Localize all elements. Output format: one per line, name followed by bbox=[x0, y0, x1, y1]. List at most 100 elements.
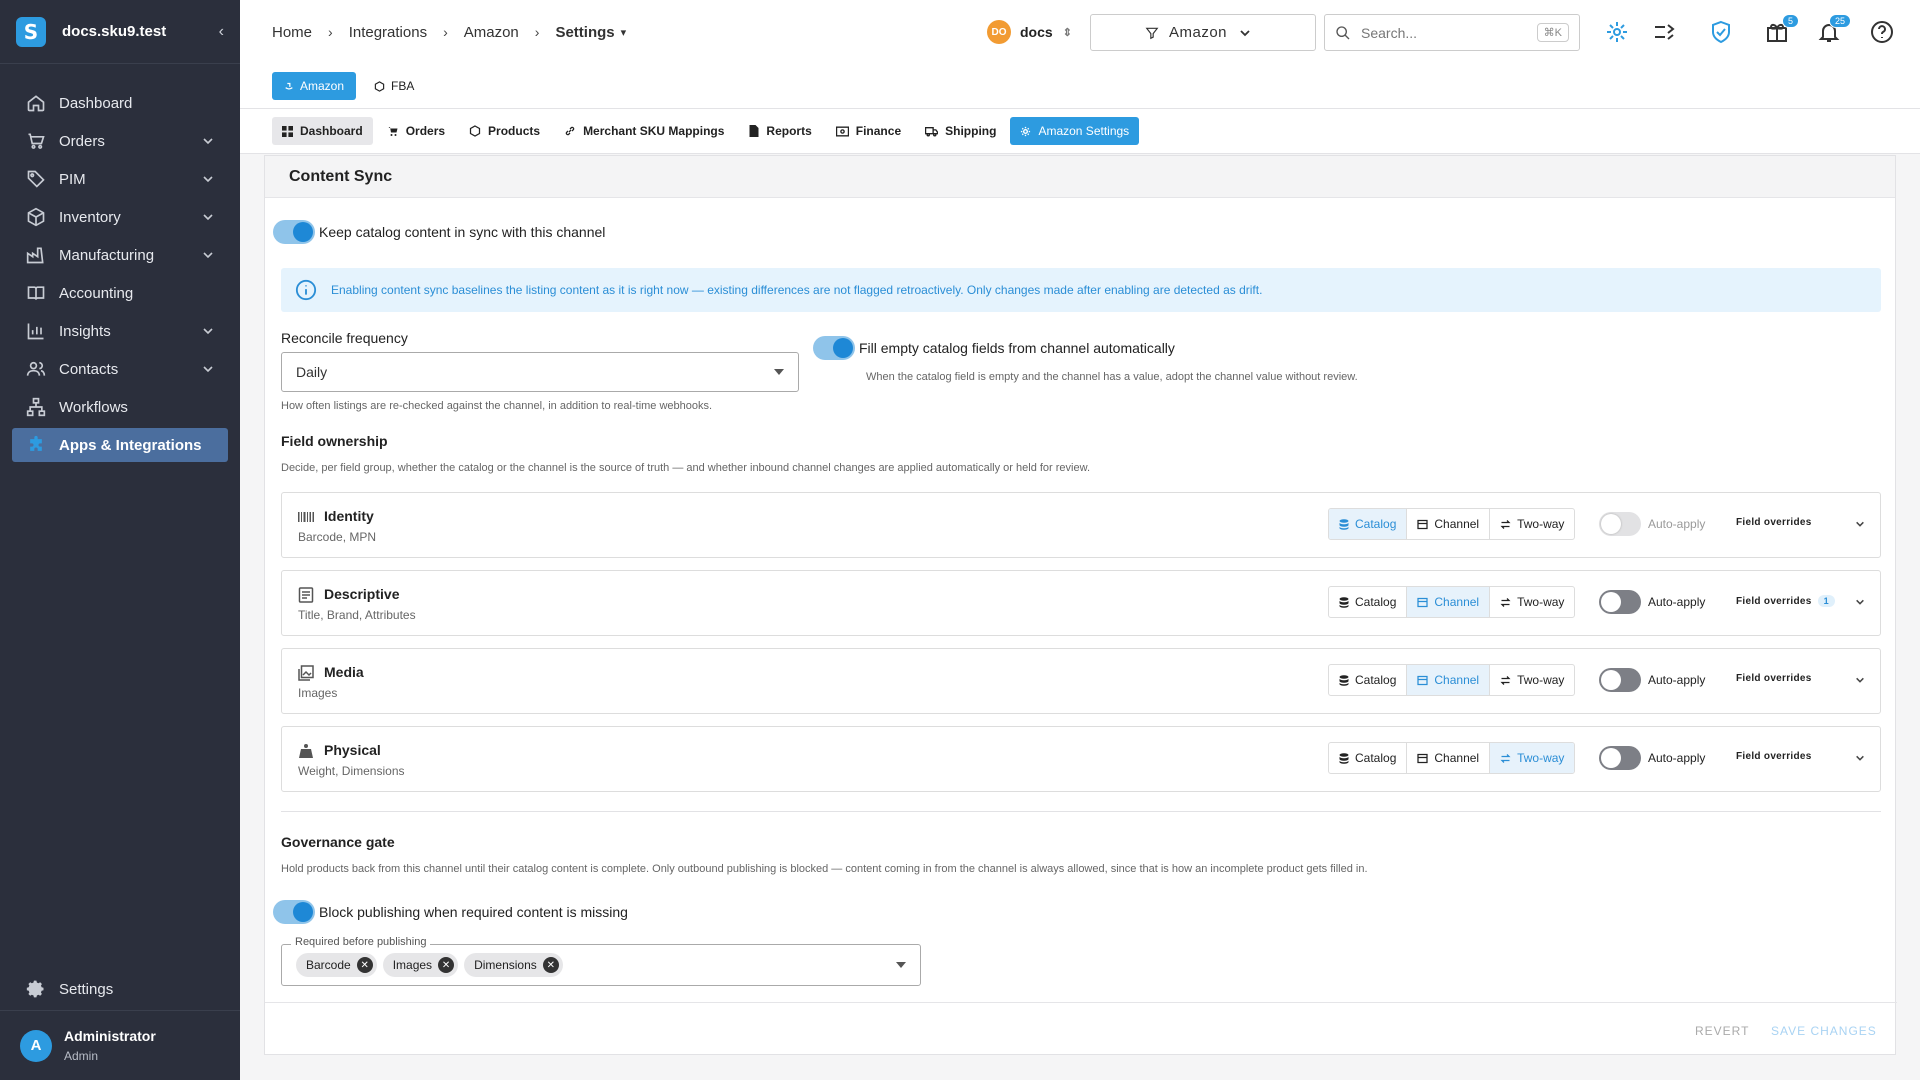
tab-merchant-sku-mappings[interactable]: Merchant SKU Mappings bbox=[554, 117, 734, 145]
sidebar-item-dashboard[interactable]: Dashboard bbox=[0, 84, 240, 122]
sidebar-item-contacts[interactable]: Contacts bbox=[0, 350, 240, 388]
segment-catalog[interactable]: Catalog bbox=[1329, 665, 1408, 695]
field-group-identity: Identity Barcode, MPN Catalog Channel Tw… bbox=[281, 492, 1881, 558]
swap-icon bbox=[1500, 519, 1511, 529]
required-label: Required before publishing bbox=[291, 936, 431, 948]
sidebar-item-manufacturing[interactable]: Manufacturing bbox=[0, 236, 240, 274]
tab-shipping[interactable]: Shipping bbox=[915, 117, 1006, 145]
sync-toggle[interactable] bbox=[273, 220, 315, 244]
help-icon[interactable] bbox=[1870, 20, 1894, 44]
sidebar-item-pim[interactable]: PIM bbox=[0, 160, 240, 198]
breadcrumb-amazon[interactable]: Amazon bbox=[464, 24, 519, 41]
field-overrides-button[interactable]: Field overrides 1 bbox=[1736, 595, 1835, 607]
app-logo[interactable]: S bbox=[16, 16, 46, 47]
sidebar-item-apps-integrations[interactable]: Apps & Integrations bbox=[12, 428, 228, 462]
save-changes-button[interactable]: SAVE CHANGES bbox=[1771, 1024, 1877, 1038]
collapse-sidebar-icon[interactable]: ‹ bbox=[219, 23, 224, 41]
sidebar-item-insights[interactable]: Insights bbox=[0, 312, 240, 350]
breadcrumb-integrations[interactable]: Integrations bbox=[349, 24, 427, 41]
field-overrides-button[interactable]: Field overrides bbox=[1736, 517, 1812, 528]
segment-channel[interactable]: Channel bbox=[1407, 665, 1491, 695]
storefront-icon bbox=[1417, 597, 1428, 607]
org-avatar: DO bbox=[987, 20, 1011, 44]
sidebar-item-workflows[interactable]: Workflows bbox=[0, 388, 240, 426]
segment-channel[interactable]: Channel bbox=[1407, 587, 1491, 617]
org-switcher[interactable]: DO docs ⇕ bbox=[987, 20, 1072, 44]
auto-apply-toggle[interactable] bbox=[1599, 746, 1641, 770]
tab-dashboard[interactable]: Dashboard bbox=[272, 117, 373, 145]
compare-icon[interactable] bbox=[1652, 20, 1676, 44]
remove-chip-icon[interactable]: ✕ bbox=[438, 957, 455, 973]
segment-two-way[interactable]: Two-way bbox=[1490, 743, 1575, 773]
channel-filter-select[interactable]: Amazon bbox=[1090, 14, 1316, 51]
storefront-icon bbox=[1417, 675, 1428, 685]
tab-finance[interactable]: Finance bbox=[826, 117, 911, 145]
remove-chip-icon[interactable]: ✕ bbox=[542, 957, 559, 973]
search-input[interactable]: Search... ⌘K bbox=[1324, 14, 1580, 51]
search-shortcut: ⌘K bbox=[1536, 23, 1569, 42]
bell-icon[interactable]: 25 bbox=[1817, 14, 1851, 44]
auto-apply-toggle[interactable] bbox=[1599, 512, 1641, 536]
reconcile-value: Daily bbox=[296, 364, 328, 380]
sidebar-item-label: Accounting bbox=[59, 284, 134, 302]
tab-label: Amazon Settings bbox=[1038, 124, 1130, 138]
governance-help: Hold products back from this channel unt… bbox=[281, 863, 1368, 875]
sidebar-item-settings[interactable]: Settings bbox=[0, 968, 240, 1010]
tab-label: Merchant SKU Mappings bbox=[583, 124, 725, 138]
tab-orders[interactable]: Orders bbox=[377, 117, 455, 145]
reconcile-frequency-select[interactable]: Daily bbox=[281, 352, 799, 392]
sidebar-item-inventory[interactable]: Inventory bbox=[0, 198, 240, 236]
pill-amazon[interactable]: Amazon bbox=[272, 72, 357, 100]
gear-icon bbox=[1021, 126, 1031, 136]
segment-channel[interactable]: Channel bbox=[1407, 743, 1491, 773]
pill-fba[interactable]: FBA bbox=[362, 72, 426, 100]
field-overrides-button[interactable]: Field overrides bbox=[1736, 751, 1812, 762]
tab-products[interactable]: Products bbox=[459, 117, 550, 145]
remove-chip-icon[interactable]: ✕ bbox=[356, 957, 373, 973]
chevron-down-icon[interactable]: ▾ bbox=[621, 26, 627, 39]
chevron-down-icon[interactable] bbox=[1855, 675, 1865, 685]
sidebar-item-orders[interactable]: Orders bbox=[0, 122, 240, 160]
section-title: Content Sync bbox=[265, 156, 1895, 198]
segment-two-way[interactable]: Two-way bbox=[1490, 587, 1574, 617]
avatar: A bbox=[20, 1029, 52, 1062]
required-fields-select[interactable]: Barcode ✕ Images ✕ Dimensions ✕ bbox=[281, 944, 921, 986]
chevron-down-icon[interactable] bbox=[1855, 753, 1865, 763]
group-title: Descriptive bbox=[324, 586, 400, 602]
block-publishing-toggle[interactable] bbox=[273, 900, 315, 924]
segment-catalog[interactable]: Catalog bbox=[1329, 509, 1408, 539]
breadcrumb-home[interactable]: Home bbox=[272, 24, 312, 41]
channel-subnav: Amazon FBA bbox=[240, 64, 1920, 108]
segment-catalog[interactable]: Catalog bbox=[1329, 587, 1408, 617]
segment-catalog[interactable]: Catalog bbox=[1329, 743, 1408, 773]
field-overrides-button[interactable]: Field overrides bbox=[1736, 673, 1812, 684]
swap-icon bbox=[1500, 597, 1511, 607]
fill-help: When the catalog field is empty and the … bbox=[866, 371, 1358, 383]
sidebar-item-accounting[interactable]: Accounting bbox=[0, 274, 240, 312]
fill-empty-toggle[interactable] bbox=[813, 336, 855, 360]
segment-channel[interactable]: Channel bbox=[1407, 509, 1491, 539]
ownership-segment: Catalog Channel Two-way bbox=[1328, 742, 1576, 774]
ai-sparkle-icon[interactable] bbox=[1605, 20, 1629, 44]
auto-apply-toggle[interactable] bbox=[1599, 590, 1641, 614]
tab-reports[interactable]: Reports bbox=[738, 117, 821, 145]
auto-apply-toggle[interactable] bbox=[1599, 668, 1641, 692]
chevron-down-icon[interactable] bbox=[1855, 597, 1865, 607]
shield-icon[interactable] bbox=[1709, 20, 1733, 44]
sync-toggle-label: Keep catalog content in sync with this c… bbox=[319, 224, 606, 240]
ownership-segment: Catalog Channel Two-way bbox=[1328, 508, 1576, 540]
dropdown-arrow-icon bbox=[774, 369, 784, 375]
overrides-count-badge: 1 bbox=[1817, 595, 1835, 607]
chevron-down-icon[interactable] bbox=[1855, 519, 1865, 529]
factory-icon bbox=[26, 247, 44, 264]
sidebar-item-label: Dashboard bbox=[59, 94, 133, 112]
segment-two-way[interactable]: Two-way bbox=[1490, 665, 1574, 695]
segment-two-way[interactable]: Two-way bbox=[1490, 509, 1574, 539]
breadcrumb-settings[interactable]: Settings bbox=[555, 24, 614, 41]
ownership-help: Decide, per field group, whether the cat… bbox=[281, 462, 1090, 474]
revert-button[interactable]: REVERT bbox=[1695, 1024, 1749, 1038]
tab-amazon-settings[interactable]: Amazon Settings bbox=[1010, 117, 1140, 145]
gift-icon[interactable]: 5 bbox=[1765, 14, 1799, 44]
chevron-down-icon bbox=[203, 138, 213, 145]
user-profile[interactable]: A Administrator Admin bbox=[0, 1010, 240, 1080]
